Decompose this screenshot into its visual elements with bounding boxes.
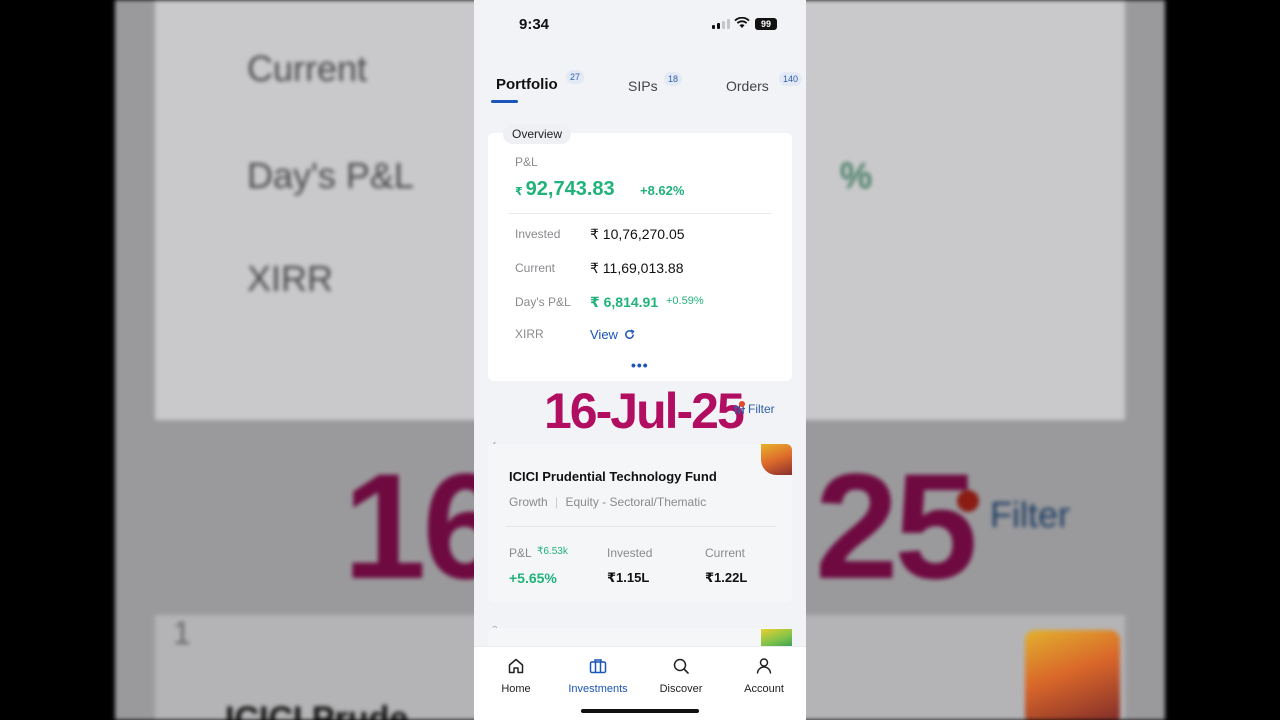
home-indicator[interactable] xyxy=(581,709,699,713)
more-dots-icon[interactable]: ••• xyxy=(631,357,649,373)
bg-fund-name-left: ICICI Prude xyxy=(225,700,409,720)
tab-orders[interactable]: Orders xyxy=(726,78,769,94)
bg-filter: Filter xyxy=(990,494,1070,535)
bg-percent-fragment: % xyxy=(840,155,873,196)
home-icon xyxy=(508,658,524,674)
nav-investments[interactable]: Investments xyxy=(558,657,638,697)
days-pl-label: Day's P&L xyxy=(515,295,571,309)
tab-sips[interactable]: SIPs xyxy=(628,78,658,94)
nav-discover-label: Discover xyxy=(659,683,703,695)
bg-current-label: Current xyxy=(247,48,368,89)
fund-invested-label: Invested xyxy=(607,546,653,560)
filter-active-dot xyxy=(739,401,745,407)
search-icon xyxy=(673,658,689,674)
date-overlay: 16-Jul-25 xyxy=(544,383,745,439)
xirr-label: XIRR xyxy=(515,327,544,341)
days-pl-value: ₹ 6,814.91 xyxy=(590,294,659,310)
fund-category: Equity - Sectoral/Thematic xyxy=(565,495,707,509)
briefcase-icon xyxy=(589,659,607,674)
filter-label: Filter xyxy=(748,402,775,416)
nav-account[interactable]: Account xyxy=(724,657,804,697)
person-icon xyxy=(756,658,772,674)
fund-name: ICICI Prudential Technology Fund xyxy=(509,469,717,484)
refresh-icon xyxy=(624,329,635,339)
wifi-icon xyxy=(734,17,750,28)
days-pl-percent: +0.59% xyxy=(666,295,704,307)
nav-discover[interactable]: Discover xyxy=(641,657,721,697)
bg-fund-index: 1 xyxy=(173,615,191,651)
tab-active-indicator xyxy=(491,100,518,103)
meta-separator: | xyxy=(555,495,559,509)
bg-filter-dot xyxy=(957,490,979,512)
fund-card[interactable]: ICICI Prudential Technology Fund Growth … xyxy=(488,444,792,602)
bg-fund-logo xyxy=(1025,630,1120,720)
nav-investments-label: Investments xyxy=(568,683,628,695)
xirr-view-label: View xyxy=(590,327,618,342)
tab-portfolio[interactable]: Portfolio xyxy=(496,76,558,93)
tab-portfolio-count: 27 xyxy=(566,70,585,84)
fund-pl-label: P&L xyxy=(509,546,532,560)
fund-pl-percent: +5.65% xyxy=(509,570,557,586)
tab-bar: Portfolio 27 SIPs 18 Orders 140 xyxy=(474,62,806,106)
nav-account-label: Account xyxy=(744,683,784,695)
bg-xirr-label: XIRR xyxy=(247,258,334,299)
fund-pl-amount: ₹6.53k xyxy=(537,546,568,557)
fund-plan: Growth xyxy=(509,495,548,509)
fund-current-value: ₹1.22L xyxy=(705,570,748,585)
fund-logo-icon xyxy=(761,444,792,475)
overview-pill: Overview xyxy=(503,124,572,144)
status-time: 9:34 xyxy=(519,16,550,33)
fund-divider xyxy=(506,526,776,527)
overview-divider xyxy=(508,213,772,214)
pl-amount: 92,743.83 xyxy=(525,178,615,200)
fund-meta: Growth | Equity - Sectoral/Thematic xyxy=(509,495,706,509)
overview-card: Overview P&L ₹92,743.83 +8.62% Invested … xyxy=(488,124,792,381)
current-value: ₹ 11,69,013.88 xyxy=(590,260,684,276)
phone-screen: 9:34 99 Portfolio 27 SIPs 18 Orders 140 … xyxy=(474,0,806,720)
fund-invested-value: ₹1.15L xyxy=(607,570,650,585)
nav-home[interactable]: Home xyxy=(476,657,556,697)
bg-days-pl-label: Day's P&L xyxy=(247,155,414,196)
current-label: Current xyxy=(515,261,556,275)
bg-date-right: 25 xyxy=(815,442,978,610)
invested-label: Invested xyxy=(515,227,561,241)
pl-value: ₹92,743.83 xyxy=(515,178,615,201)
fund-logo-icon-2 xyxy=(761,629,792,647)
battery-icon: 99 xyxy=(755,18,777,30)
nav-home-label: Home xyxy=(501,683,531,695)
signal-icon xyxy=(712,19,730,29)
invested-value: ₹ 10,76,270.05 xyxy=(590,226,685,242)
status-bar: 9:34 99 xyxy=(474,0,806,50)
tab-orders-count: 140 xyxy=(779,72,803,86)
fund-current-label: Current xyxy=(705,546,746,560)
pl-label: P&L xyxy=(515,155,538,169)
pl-currency: ₹ xyxy=(515,186,523,198)
pl-percent: +8.62% xyxy=(640,183,685,198)
tab-sips-count: 18 xyxy=(664,72,683,86)
xirr-view-link[interactable]: View xyxy=(590,327,635,342)
